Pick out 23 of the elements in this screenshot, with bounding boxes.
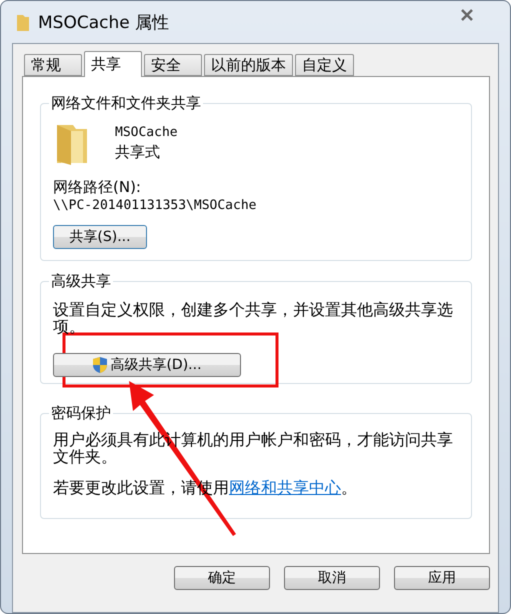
shield-icon — [92, 356, 108, 374]
network-path: \\PC-201401131353\MSOCache — [53, 198, 258, 213]
group-title: 高级共享 — [50, 272, 112, 291]
tab[interactable]: 常规 — [24, 54, 82, 76]
close-icon — [460, 8, 474, 22]
share-status: 共享式 — [115, 144, 161, 161]
group-title: 密码保护 — [50, 404, 112, 423]
folder-icon — [16, 12, 30, 32]
tab[interactable]: 共享 — [84, 51, 142, 77]
network-center-link[interactable]: 网络和共享中心 — [229, 478, 341, 497]
folder-name: MSOCache — [115, 125, 178, 140]
tab[interactable]: 安全 — [144, 54, 202, 76]
share-button[interactable]: 共享(S)... — [53, 225, 147, 249]
dialog-button[interactable]: 确定 — [174, 566, 270, 590]
window-title: MSOCache 属性 — [38, 12, 170, 34]
description-text: 设置自定义权限，创建多个共享，并设置其他高级共享选项。 — [53, 301, 454, 335]
advanced-sharing-button[interactable]: 高级共享(D)... — [53, 353, 241, 377]
tab[interactable]: 以前的版本 — [204, 54, 293, 76]
dialog-button[interactable]: 取消 — [284, 566, 380, 590]
tab[interactable]: 自定义 — [295, 54, 354, 76]
dialog-button[interactable]: 应用 — [394, 566, 490, 590]
group-title: 网络文件和文件夹共享 — [50, 94, 202, 113]
path-label: 网络路径(N): — [53, 179, 142, 196]
